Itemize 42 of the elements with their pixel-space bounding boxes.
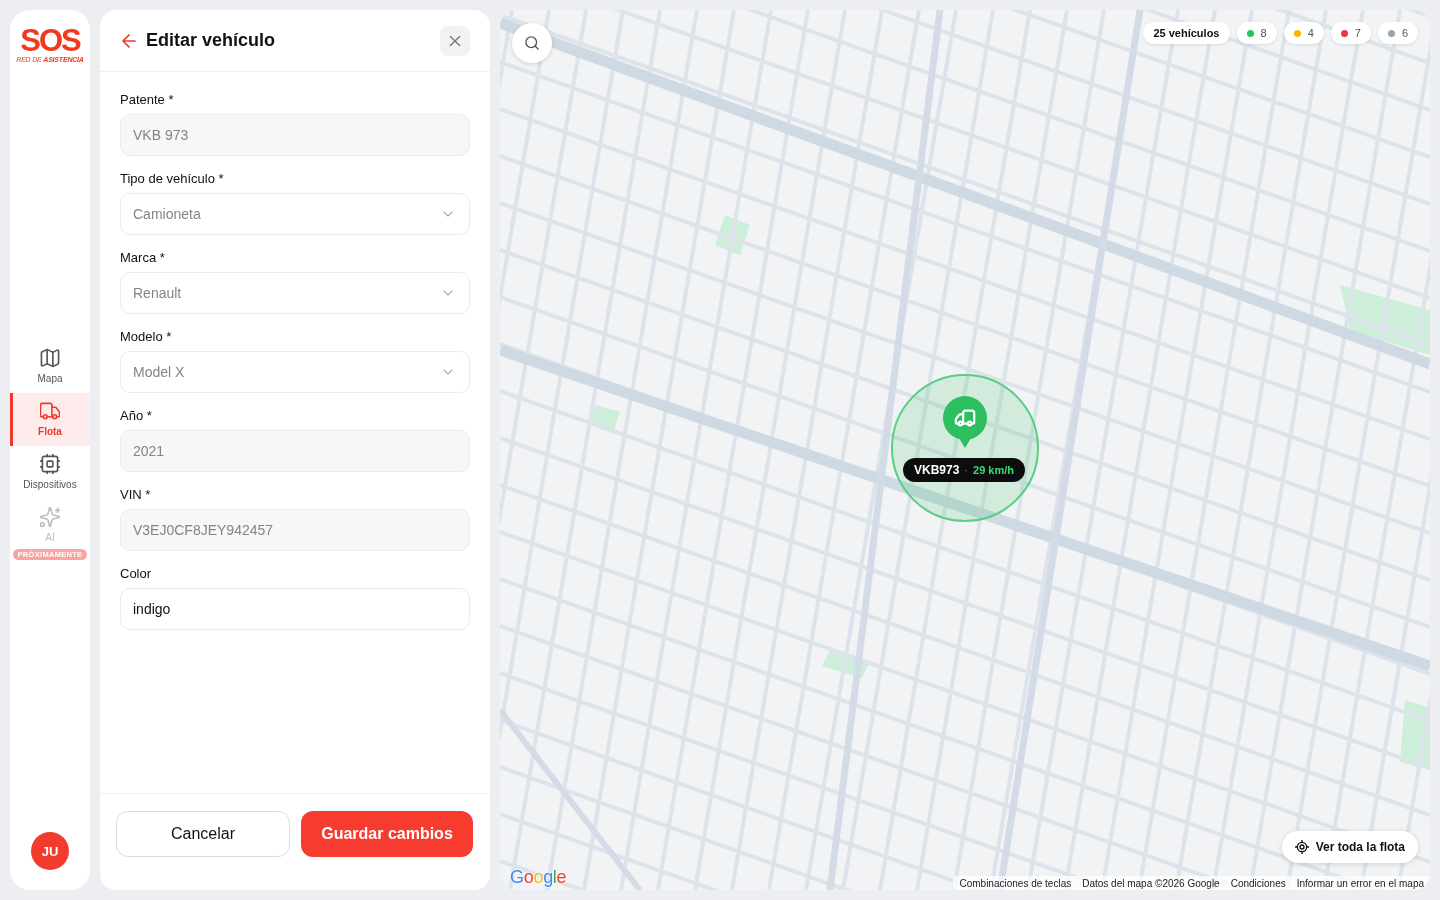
status-dot-icon (1387, 29, 1395, 37)
status-filter-chip[interactable]: 4 (1283, 22, 1324, 44)
cancel-button[interactable]: Cancelar (116, 811, 290, 857)
field-label: Tipo de vehículo * (120, 171, 224, 187)
field-label: Modelo * (120, 329, 172, 345)
save-button[interactable]: Guardar cambios (301, 811, 473, 857)
field-label: Marca * (120, 250, 165, 266)
field-label: Año * (120, 408, 152, 424)
panel-title: Editar vehículo (146, 30, 276, 51)
field-label: Color (120, 566, 152, 582)
attribution-link[interactable]: Informar un error en el mapa (1296, 877, 1424, 889)
plate-text: VKB973 (914, 463, 960, 477)
text-field[interactable]: indigo (120, 588, 470, 630)
truck-marker-icon[interactable] (943, 396, 987, 448)
sparkles-icon (40, 507, 60, 527)
field-label: Patente * (120, 92, 174, 108)
attribution-link[interactable]: Combinaciones de teclas (959, 877, 1072, 889)
status-dot-icon (1340, 29, 1348, 37)
attribution-link[interactable]: Condiciones (1230, 877, 1286, 889)
status-filter-chip[interactable]: 8 (1236, 22, 1277, 44)
locate-icon (1294, 840, 1309, 854)
map-provider-logo: Google (510, 867, 567, 887)
user-avatar[interactable]: JU (31, 832, 69, 870)
speed-text: 29 km/h (973, 464, 1014, 476)
chip-icon (40, 454, 60, 474)
vehicle-total-chip: 25 vehículos (1143, 22, 1230, 44)
status-filter-chip[interactable]: 7 (1330, 22, 1371, 44)
search-icon (524, 35, 540, 51)
logo-title: SOS (20, 28, 80, 54)
status-dot-icon (1246, 29, 1254, 37)
status-dot-icon (1293, 29, 1301, 37)
back-arrow-icon[interactable] (120, 31, 138, 50)
separator-text: · (964, 464, 969, 476)
view-fleet-button[interactable]: Ver toda la flota (1281, 831, 1418, 863)
truck-icon (40, 401, 60, 421)
map-icon (40, 348, 60, 368)
attribution-link[interactable]: Datos del mapa ©2026 Google (1082, 877, 1220, 889)
nav-item[interactable]: Dispositivos (10, 446, 90, 499)
vehicle-label[interactable]: VKB973 · 29 km/h (903, 458, 1025, 482)
nav-item[interactable]: Mapa (10, 340, 90, 393)
close-button[interactable] (440, 25, 470, 56)
field-label: VIN * (120, 487, 151, 503)
